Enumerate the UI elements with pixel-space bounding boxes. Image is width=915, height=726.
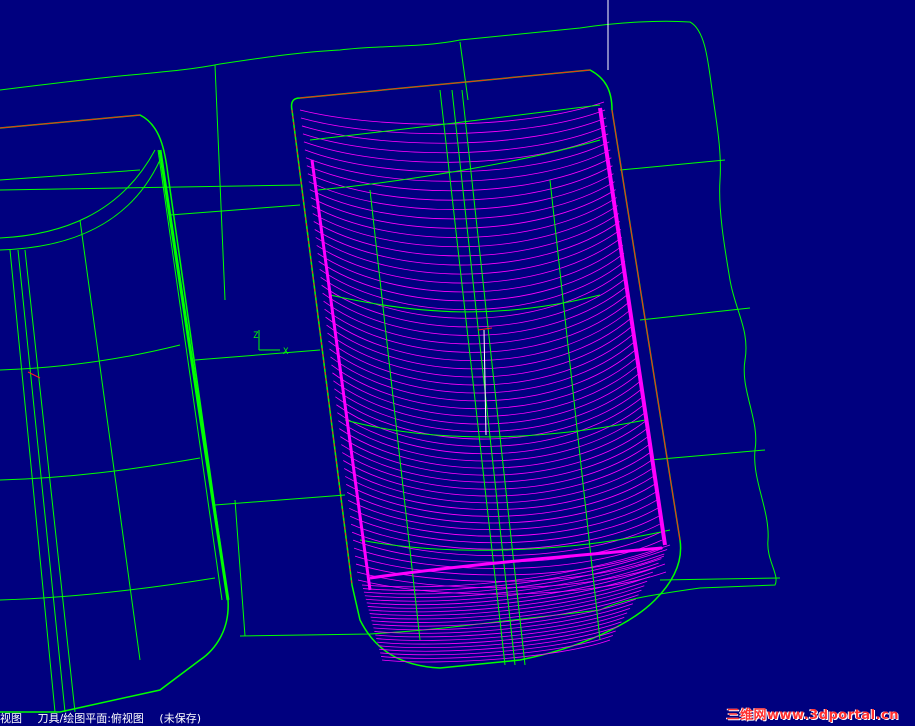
toolpath-contour <box>317 245 624 293</box>
toolpath-contour <box>349 507 658 544</box>
toolpath-contour <box>308 173 614 210</box>
toolpath-contour <box>322 284 629 336</box>
left-pocket <box>0 114 230 713</box>
status-view-label: 视图 <box>0 712 22 725</box>
watermark: 三维网www.3dportal.cn <box>726 708 899 723</box>
axis-x-label: X <box>283 347 289 357</box>
toolpath-contour <box>350 515 659 550</box>
toolpath-contour <box>318 253 625 302</box>
toolpath-contour <box>302 125 608 154</box>
toolpath-contour <box>299 101 605 125</box>
toolpath-contour <box>353 539 662 569</box>
grid-line <box>619 159 726 171</box>
grid-line <box>459 41 469 101</box>
grid-line <box>659 577 781 581</box>
toolpath-contour <box>348 499 657 537</box>
toolpath-contour <box>352 531 661 563</box>
cad-scene[interactable]: Z X <box>0 0 915 726</box>
status-save-state: (未保存) <box>159 712 202 725</box>
grid-line <box>194 349 321 361</box>
grid-line <box>169 204 301 216</box>
grid-line <box>0 184 301 191</box>
grid-line <box>214 64 226 301</box>
toolpath-contour <box>301 117 607 144</box>
cad-viewport[interactable]: Z X <box>0 0 915 726</box>
grid-line <box>214 494 346 506</box>
status-bar: 视图 刀具/绘图平面:俯视图 (未保存) <box>0 712 600 726</box>
status-plane-label: 刀具/绘图平面:俯视图 <box>37 712 144 725</box>
grid-line <box>639 307 751 321</box>
axis-z-label: Z <box>253 331 259 341</box>
right-pocket-wireframe <box>309 89 671 666</box>
grid-line <box>234 499 246 637</box>
axis-indicator: Z X <box>253 330 289 357</box>
